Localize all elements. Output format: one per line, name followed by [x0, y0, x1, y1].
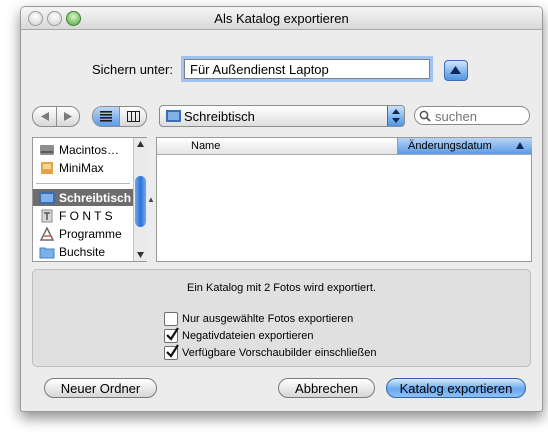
search-field[interactable]: [414, 106, 530, 125]
save-as-label: Sichern unter:: [92, 62, 173, 77]
fonts-folder-icon: [41, 209, 53, 222]
export-catalog-button[interactable]: Katalog exportieren: [386, 378, 526, 398]
folder-icon: [39, 247, 55, 258]
location-popup[interactable]: Schreibtisch: [159, 105, 405, 127]
checkbox-box[interactable]: [164, 312, 178, 326]
forward-button[interactable]: [57, 107, 79, 126]
checkbox-previews[interactable]: Verfügbare Vorschaubilder einschließen: [164, 344, 377, 360]
back-arrow-icon: [40, 112, 49, 121]
back-button[interactable]: [33, 107, 56, 126]
sidebar-item-label: Buchsite: [59, 244, 106, 259]
date-column-header[interactable]: Änderungsdatum: [397, 138, 532, 154]
applications-icon: [39, 226, 55, 241]
checkbox-negatives[interactable]: Negativdateien exportieren: [164, 327, 314, 343]
sidebar-item-label: Schreibtisch: [59, 190, 132, 205]
sidebar-item-label: Programme: [59, 226, 122, 241]
search-input[interactable]: [433, 108, 527, 125]
checkbox-box[interactable]: [164, 327, 179, 343]
sidebar-item-fonts[interactable]: F O N T S: [33, 207, 133, 224]
triangle-up-icon: [450, 66, 461, 74]
disk-image-icon: [41, 161, 53, 174]
forward-arrow-icon: [64, 112, 72, 121]
title-bar: Als Katalog exportieren: [21, 7, 542, 30]
list-view-icon: [100, 111, 112, 122]
name-column-header[interactable]: Name: [191, 140, 220, 152]
checkmark-icon: [166, 327, 179, 341]
split-resize-handle[interactable]: ▲: [147, 195, 155, 204]
sidebar-item-label: F O N T S: [59, 208, 113, 223]
search-icon: [419, 110, 431, 122]
sidebar: Macintos… MiniMax Schreibtisch F O N T S…: [32, 137, 147, 262]
export-dialog-window: Als Katalog exportieren Sichern unter: F…: [20, 6, 543, 412]
scroll-thumb[interactable]: [135, 176, 146, 227]
checkbox-box[interactable]: [164, 344, 179, 360]
cancel-button[interactable]: Abbrechen: [278, 378, 375, 398]
export-info-text: Ein Katalog mit 2 Fotos wird exportiert.: [187, 282, 376, 294]
desktop-icon: [166, 110, 181, 122]
column-view-button[interactable]: [120, 107, 146, 126]
sidebar-item-programme[interactable]: Programme: [33, 225, 133, 242]
scroll-down-arrow-icon[interactable]: [137, 252, 144, 258]
updown-arrows-icon: [392, 109, 400, 123]
checkmark-icon: [166, 344, 179, 358]
sidebar-item-label: Macintos…: [59, 142, 120, 157]
date-column-label: Änderungsdatum: [408, 140, 492, 152]
checkbox-selected-only[interactable]: Nur ausgewählte Fotos exportieren: [164, 312, 353, 326]
window-title: Als Katalog exportieren: [214, 11, 349, 26]
history-navigation: [32, 106, 80, 127]
sidebar-item-schreibtisch[interactable]: Schreibtisch: [33, 189, 133, 206]
popup-arrows: [387, 106, 404, 126]
list-view-button[interactable]: [93, 107, 119, 126]
save-as-field[interactable]: [184, 59, 430, 79]
sort-ascending-icon: [516, 142, 524, 149]
collapse-dialog-button[interactable]: [444, 60, 468, 81]
checkbox-label: Negativdateien exportieren: [182, 330, 314, 342]
checkbox-label: Nur ausgewählte Fotos exportieren: [182, 313, 354, 325]
column-view-icon: [126, 111, 140, 122]
sidebar-scrollbar[interactable]: [133, 138, 147, 261]
location-label: Schreibtisch: [184, 109, 255, 124]
sidebar-item-minimax[interactable]: MiniMax: [33, 159, 133, 176]
export-options-panel: Ein Katalog mit 2 Fotos wird exportiert.…: [32, 269, 531, 367]
scroll-up-arrow-icon[interactable]: [137, 141, 144, 147]
checkbox-label: Verfügbare Vorschaubilder einschließen: [182, 347, 377, 359]
view-mode-selector: [92, 106, 147, 127]
sidebar-item-buchsite[interactable]: Buchsite: [33, 243, 133, 260]
new-folder-button[interactable]: Neuer Ordner: [44, 378, 157, 398]
sidebar-separator: [36, 183, 130, 184]
desktop-icon: [39, 191, 55, 204]
sidebar-item-label: MiniMax: [59, 160, 104, 175]
file-list: Name Änderungsdatum: [156, 137, 532, 262]
hard-drive-icon: [40, 144, 54, 155]
column-header-bar: Name Änderungsdatum: [157, 138, 532, 155]
sidebar-item-macintosh[interactable]: Macintos…: [33, 141, 133, 158]
